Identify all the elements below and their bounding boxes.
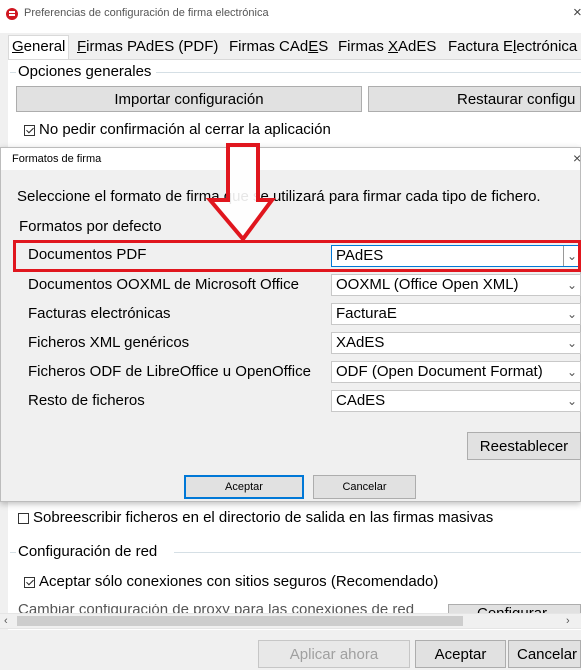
tab-general-label: eneral [23, 38, 66, 55]
restore-config-label: Restaurar configu [457, 90, 576, 108]
checkbox-icon[interactable] [18, 512, 29, 524]
no-confirm-label: No pedir confirmación al cerrar la aplic… [39, 121, 331, 138]
tab-xades-accel: X [388, 38, 399, 55]
format-row-label: Documentos OOXML de Microsoft Office [28, 276, 299, 293]
tab-general[interactable]: General [8, 35, 70, 59]
scroll-right-icon[interactable]: › [566, 615, 570, 627]
tab-cades-prefix: Firmas CAd [229, 38, 309, 55]
pdf-row-highlight [13, 240, 581, 272]
format-select-value: XAdES [336, 334, 385, 351]
tab-factura-rest: ectrónica [516, 38, 578, 55]
scroll-left-icon[interactable]: ‹ [4, 615, 8, 627]
general-options-line-left [10, 72, 16, 73]
format-row-label: Resto de ficheros [28, 392, 145, 409]
no-confirm-checkbox-row[interactable]: No pedir confirmación al cerrar la aplic… [24, 121, 331, 138]
chevron-down-icon[interactable]: ⌄ [567, 333, 577, 353]
format-select-xml[interactable]: XAdES ⌄ [331, 332, 581, 354]
dialog-close-icon[interactable]: × [573, 150, 581, 166]
format-select-facturae[interactable]: FacturaE ⌄ [331, 303, 581, 325]
overwrite-label: Sobreescribir ficheros en el directorio … [33, 509, 494, 526]
network-line-left [10, 552, 16, 553]
overwrite-checkbox-row[interactable]: Sobreescribir ficheros en el directorio … [18, 509, 493, 526]
main-window-title: Preferencias de configuración de firma e… [24, 7, 269, 19]
tab-xades-rest: AdES [398, 38, 437, 55]
tab-general-accel: G [12, 38, 24, 55]
format-select-odf[interactable]: ODF (Open Document Format) ⌄ [331, 361, 581, 383]
app-icon [6, 8, 18, 20]
horizontal-scrollbar[interactable]: ‹ › [0, 613, 581, 629]
tab-firmas-cades[interactable]: Firmas CAdES [226, 36, 331, 60]
tab-cades-accel: E [308, 38, 319, 55]
checkbox-icon[interactable] [24, 124, 35, 136]
network-line-right [174, 552, 581, 553]
chevron-down-icon[interactable]: ⌄ [567, 304, 577, 324]
default-formats-title: Formatos por defecto [19, 218, 162, 235]
scrollbar-thumb[interactable] [17, 616, 463, 626]
tab-cades-rest: S [318, 38, 329, 55]
format-select-value: CAdES [336, 392, 386, 409]
dialog-title: Formatos de firma [12, 153, 102, 165]
reset-button[interactable]: Reestablecer [467, 432, 581, 460]
tab-xades-prefix: Firmas [338, 38, 388, 55]
secure-connections-checkbox-row[interactable]: Aceptar sólo conexiones con sitios segur… [24, 573, 438, 590]
chevron-down-icon[interactable]: ⌄ [567, 275, 577, 295]
checkbox-icon[interactable] [24, 576, 35, 588]
main-cancel-label: Cancelar [517, 645, 578, 663]
secure-connections-label: Aceptar sólo conexiones con sitios segur… [39, 573, 439, 590]
tab-factura-prefix: Factura E [448, 38, 514, 55]
format-row-label: Ficheros ODF de LibreOffice u OpenOffice [28, 363, 311, 380]
chevron-down-icon[interactable]: ⌄ [567, 391, 577, 411]
dialog-cancel-button[interactable]: Cancelar [313, 475, 416, 499]
tab-firmas-pades[interactable]: Firmas PAdES (PDF) [74, 36, 221, 60]
chevron-down-icon[interactable]: ⌄ [567, 362, 577, 382]
main-close-icon[interactable]: × [573, 4, 581, 21]
format-select-value: FacturaE [336, 305, 397, 322]
dialog-instruction: Seleccione el formato de firma que se ut… [17, 188, 541, 205]
main-accept-button[interactable]: Aceptar [415, 640, 506, 668]
proxy-row-clip: Cambiar configuración de proxy para las … [10, 604, 581, 613]
tab-factura-electronica[interactable]: Factura Electrónica [445, 36, 580, 60]
main-cancel-button[interactable]: Cancelar [508, 640, 581, 668]
apply-now-button[interactable]: Aplicar ahora [258, 640, 410, 668]
format-select-value: OOXML (Office Open XML) [336, 276, 519, 293]
main-title-bar: Preferencias de configuración de firma e… [0, 0, 581, 33]
network-legend: Configuración de red [18, 543, 158, 560]
tab-firmas-xades[interactable]: Firmas XAdES [335, 36, 439, 60]
format-row-label: Ficheros XML genéricos [28, 334, 190, 351]
tab-pades-accel: F [77, 38, 87, 55]
import-config-button[interactable]: Importar configuración [16, 86, 362, 112]
dialog-title-bar: Formatos de firma × [1, 148, 581, 170]
red-down-arrow-annotation [205, 143, 276, 243]
format-select-value: ODF (Open Document Format) [336, 363, 543, 380]
format-select-other[interactable]: CAdES ⌄ [331, 390, 581, 412]
proxy-row-label: Cambiar configuración de proxy para las … [18, 604, 415, 613]
restore-config-button[interactable]: Restaurar configu [368, 86, 581, 112]
tab-pades-label: irmas PAdES (PDF) [86, 38, 219, 55]
signature-formats-dialog: Formatos de firma × Seleccione el format… [0, 147, 581, 502]
format-select-ooxml[interactable]: OOXML (Office Open XML) ⌄ [331, 274, 581, 296]
proxy-configure-button[interactable]: Configurar [448, 604, 581, 613]
format-row-label: Facturas electrónicas [28, 305, 171, 322]
dialog-accept-button[interactable]: Aceptar [184, 475, 304, 499]
general-options-legend: Opciones generales [18, 63, 152, 80]
general-options-line-right [156, 72, 581, 73]
